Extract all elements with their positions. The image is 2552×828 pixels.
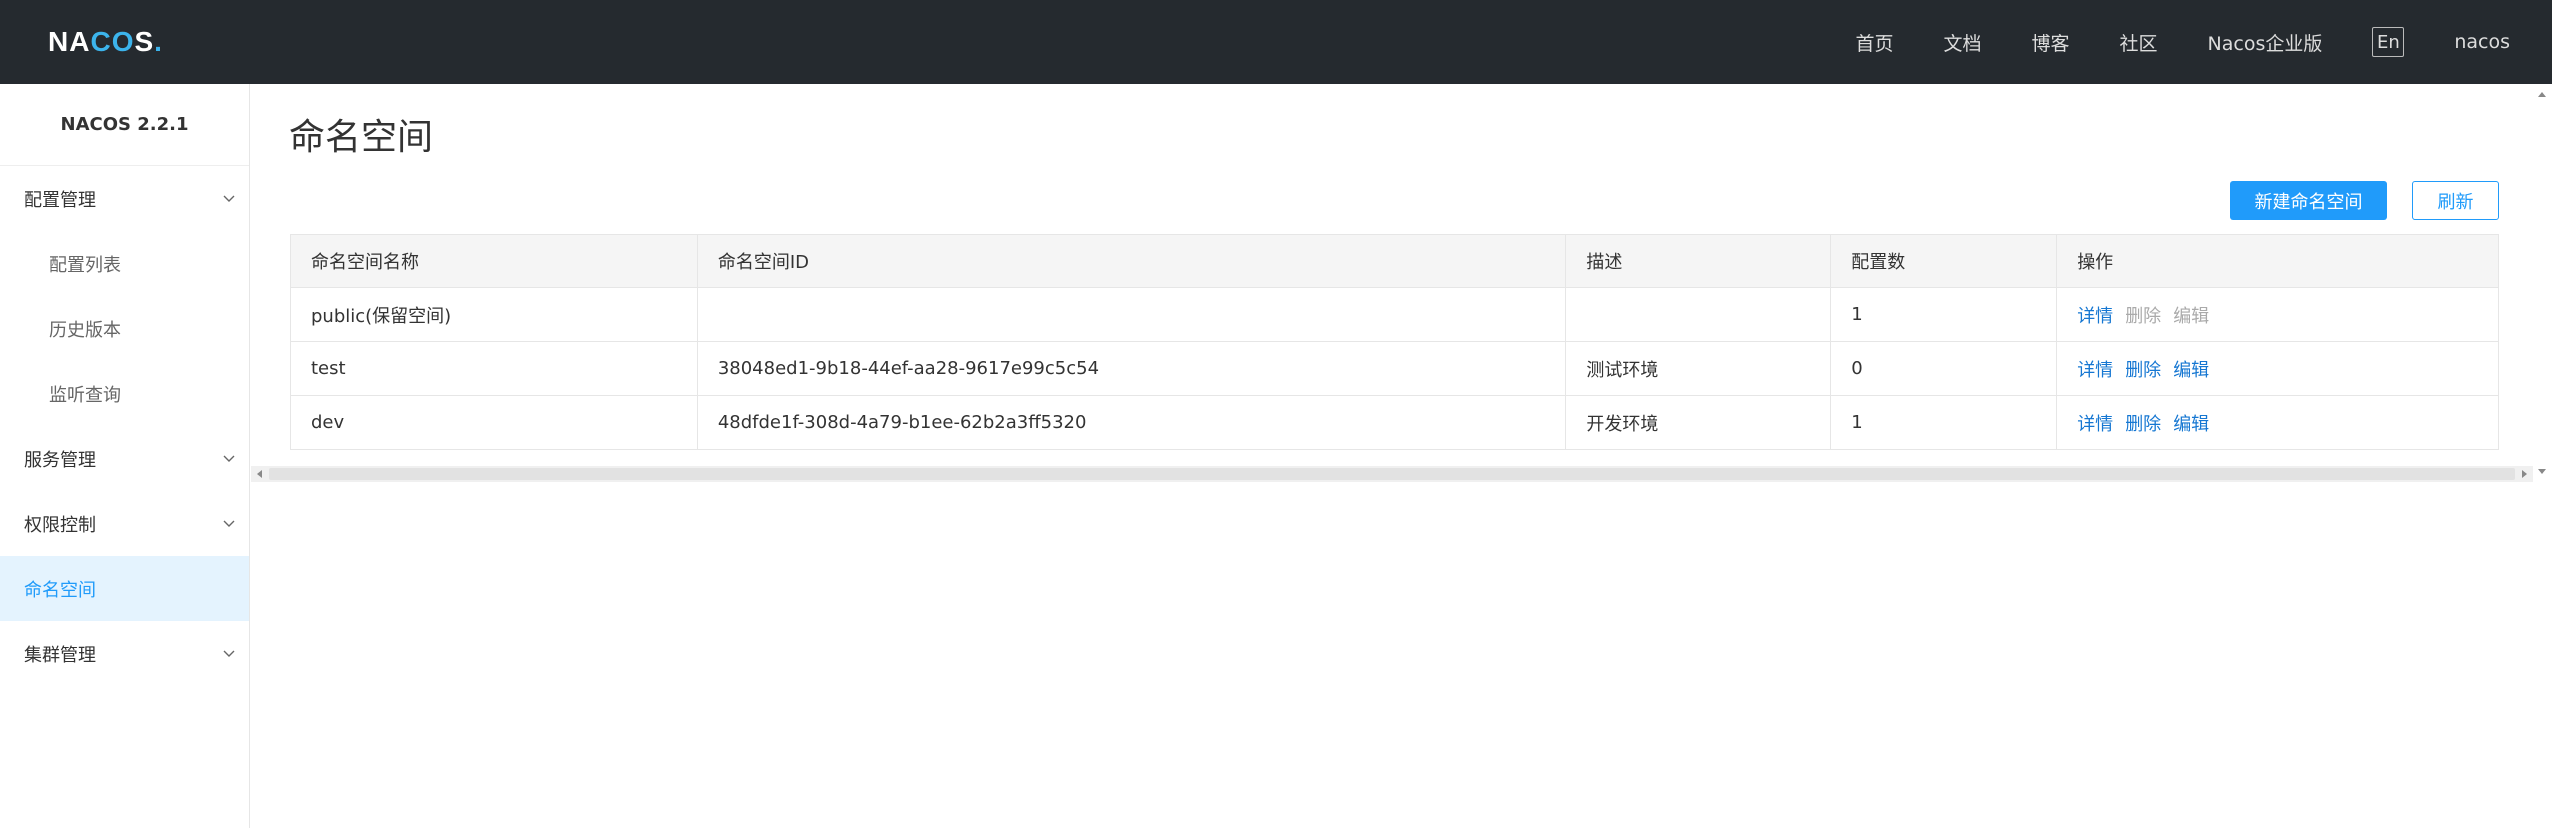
table-row: public(保留空间) 1 详情 删除 编辑	[290, 287, 2499, 342]
sidebar-item-service-management[interactable]: 服务管理	[0, 426, 249, 491]
page-title: 命名空间	[289, 117, 434, 158]
cell-name: test	[290, 341, 698, 396]
chevron-down-icon	[223, 520, 235, 527]
column-header-config-count: 配置数	[1830, 234, 2058, 288]
sidebar-item-label: 命名空间	[24, 579, 96, 601]
chevron-down-icon	[223, 195, 235, 202]
scroll-right-icon[interactable]	[2522, 470, 2527, 478]
chevron-down-icon	[223, 650, 235, 657]
detail-link[interactable]: 详情	[2077, 360, 2113, 381]
horizontal-scrollbar[interactable]	[251, 466, 2533, 482]
delete-link-disabled: 删除	[2125, 305, 2162, 327]
cell-name: dev	[290, 395, 698, 450]
delete-link[interactable]: 删除	[2125, 360, 2161, 381]
scrollbar-thumb[interactable]	[269, 468, 2515, 480]
logo-text-part3: O	[111, 26, 135, 57]
nav-docs[interactable]: 文档	[1943, 29, 1981, 56]
logo-text-part2: C	[90, 26, 112, 57]
scroll-up-icon[interactable]	[2538, 92, 2546, 97]
new-namespace-button[interactable]: 新建命名空间	[2230, 181, 2387, 220]
sidebar-item-cluster-management[interactable]: 集群管理	[0, 621, 249, 686]
top-header: NA C O S. 首页 文档 博客 社区 Nacos企业版 En nacos	[0, 0, 2552, 84]
column-header-description: 描述	[1565, 234, 1832, 288]
detail-link[interactable]: 详情	[2077, 306, 2113, 327]
cell-id	[696, 287, 1567, 342]
column-header-id: 命名空间ID	[696, 234, 1567, 288]
column-header-actions: 操作	[2056, 234, 2499, 288]
top-nav: 首页 文档 博客 社区 Nacos企业版 En nacos	[1855, 0, 2552, 84]
sidebar-item-label: 权限控制	[24, 514, 96, 536]
cell-actions: 详情 删除 编辑	[2056, 287, 2499, 342]
sidebar-item-label: 集群管理	[24, 644, 96, 666]
sidebar-item-listener-query[interactable]: 监听查询	[0, 361, 249, 426]
cell-id: 48dfde1f-308d-4a79-b1ee-62b2a3ff5320	[696, 395, 1567, 450]
cell-description: 开发环境	[1565, 395, 1832, 450]
scroll-down-icon[interactable]	[2538, 469, 2546, 474]
table-header-row: 命名空间名称 命名空间ID 描述 配置数 操作	[290, 234, 2499, 288]
sidebar-item-history[interactable]: 历史版本	[0, 296, 249, 361]
nav-home[interactable]: 首页	[1855, 29, 1893, 56]
cell-config-count: 1	[1830, 287, 2058, 342]
logo-text-part1: NA	[48, 26, 91, 57]
sidebar-item-config-management[interactable]: 配置管理	[0, 166, 249, 231]
nav-blog[interactable]: 博客	[2031, 29, 2069, 56]
detail-link[interactable]: 详情	[2077, 414, 2113, 435]
sidebar-item-label: 配置列表	[49, 254, 121, 276]
namespace-table: 命名空间名称 命名空间ID 描述 配置数 操作 public(保留空间) 1 详…	[290, 234, 2499, 450]
sidebar-item-access-control[interactable]: 权限控制	[0, 491, 249, 556]
user-menu[interactable]: nacos	[2454, 31, 2510, 53]
scroll-left-icon[interactable]	[257, 470, 262, 478]
edit-link[interactable]: 编辑	[2173, 414, 2209, 435]
version-label: NACOS 2.2.1	[0, 84, 249, 166]
refresh-button[interactable]: 刷新	[2412, 181, 2499, 220]
table-row: test 38048ed1-9b18-44ef-aa28-9617e99c5c5…	[290, 341, 2499, 396]
cell-id: 38048ed1-9b18-44ef-aa28-9617e99c5c54	[696, 341, 1567, 396]
nav-enterprise[interactable]: Nacos企业版	[2208, 29, 2323, 56]
vertical-scrollbar[interactable]	[2533, 84, 2552, 482]
table-row: dev 48dfde1f-308d-4a79-b1ee-62b2a3ff5320…	[290, 395, 2499, 450]
delete-link[interactable]: 删除	[2125, 414, 2161, 435]
sidebar-item-label: 服务管理	[24, 449, 96, 471]
sidebar-item-label: 历史版本	[49, 319, 121, 341]
sidebar-item-label: 配置管理	[24, 189, 96, 211]
nacos-logo[interactable]: NA C O S.	[48, 22, 163, 62]
cell-actions: 详情 删除 编辑	[2056, 341, 2499, 396]
cell-config-count: 0	[1830, 341, 2058, 396]
logo-dot: .	[154, 26, 163, 57]
chevron-down-icon	[223, 455, 235, 462]
logo-text-part4: S	[134, 26, 155, 57]
sidebar-item-namespace[interactable]: 命名空间	[0, 556, 249, 621]
language-switch-button[interactable]: En	[2372, 27, 2405, 57]
cell-description	[1565, 287, 1832, 342]
sidebar-item-label: 监听查询	[49, 384, 121, 406]
nav-community[interactable]: 社区	[2120, 29, 2158, 56]
edit-link-disabled: 编辑	[2173, 305, 2210, 327]
edit-link[interactable]: 编辑	[2173, 360, 2209, 381]
sidebar: NACOS 2.2.1 配置管理 配置列表 历史版本 监听查询 服务管理 权限控…	[0, 84, 250, 828]
cell-config-count: 1	[1830, 395, 2058, 450]
column-header-name: 命名空间名称	[290, 234, 698, 288]
cell-description: 测试环境	[1565, 341, 1832, 396]
sidebar-item-config-list[interactable]: 配置列表	[0, 231, 249, 296]
cell-name: public(保留空间)	[290, 287, 698, 342]
cell-actions: 详情 删除 编辑	[2056, 395, 2499, 450]
